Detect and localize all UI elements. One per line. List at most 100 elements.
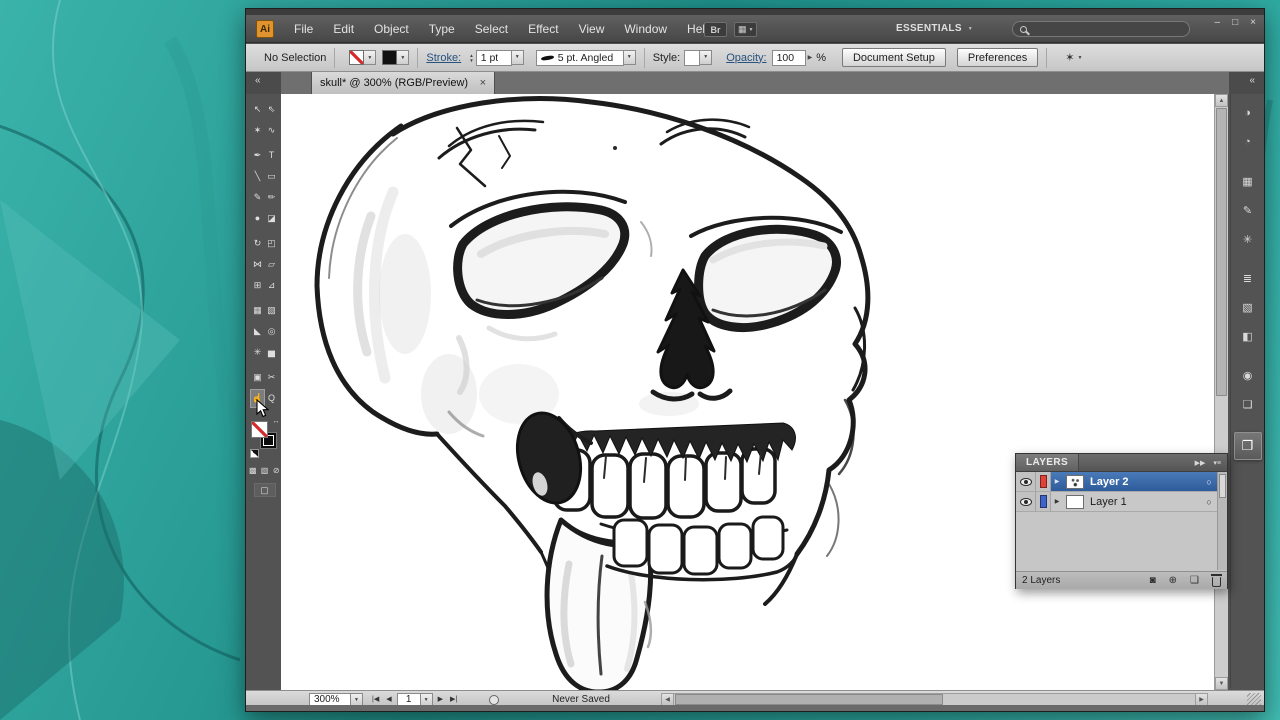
gradient-mode-button[interactable]: ▧ — [260, 466, 270, 475]
layer-row-layer-2[interactable]: ▶Layer 2○ — [1016, 472, 1217, 492]
opacity-spinner-icon[interactable]: ▶ — [808, 54, 813, 61]
scroll-down-icon[interactable]: ▼ — [1215, 677, 1228, 690]
scale-tool[interactable]: ◰ — [265, 235, 278, 252]
vertical-scrollbar-thumb[interactable] — [1216, 108, 1227, 396]
menu-object[interactable]: Object — [372, 20, 411, 38]
gradient-tool[interactable]: ▧ — [265, 302, 278, 319]
stroke-link[interactable]: Stroke: — [426, 52, 461, 64]
minimize-button[interactable]: – — [1215, 17, 1221, 28]
vertical-scrollbar[interactable]: ▲ ▼ — [1214, 94, 1228, 690]
opacity-link[interactable]: Opacity: — [726, 52, 766, 64]
delete-layer-button[interactable] — [1212, 577, 1221, 587]
scroll-up-icon[interactable]: ▲ — [1215, 94, 1228, 107]
artboard-tool[interactable]: ▣ — [251, 369, 264, 386]
column-graph-tool[interactable]: ▅ — [265, 344, 278, 361]
chevron-down-icon[interactable]: ▼ — [512, 50, 524, 65]
search-input[interactable] — [1012, 21, 1190, 37]
menu-window[interactable]: Window — [622, 20, 669, 38]
visibility-toggle[interactable] — [1016, 492, 1036, 511]
color-panel-icon[interactable]: ◑ — [1236, 102, 1260, 124]
layers-panel-tab[interactable]: LAYERS — [1016, 454, 1079, 471]
visibility-toggle[interactable] — [1016, 472, 1036, 491]
chevron-down-icon[interactable]: ▼ — [700, 50, 712, 65]
opacity-field[interactable]: 100 — [772, 50, 806, 66]
swatches-panel-icon[interactable]: ▦ — [1236, 170, 1260, 192]
brush-definition-field[interactable]: 5 pt. Angled — [536, 50, 624, 66]
stroke-color-dropdown[interactable]: ▼ — [382, 50, 409, 65]
expand-arrow-icon[interactable]: ▶ — [1051, 498, 1063, 505]
direct-selection-tool[interactable]: ⇖ — [265, 101, 278, 118]
slice-tool[interactable]: ✂ — [265, 369, 278, 386]
pen-tool[interactable]: ✒ — [251, 147, 264, 164]
perspective-grid-tool[interactable]: ⊿ — [265, 277, 278, 294]
stroke-weight-field[interactable]: 1 pt — [476, 50, 512, 66]
chevron-down-icon[interactable]: ▼ — [624, 50, 636, 65]
menu-effect[interactable]: Effect — [526, 20, 560, 38]
panel-menu-icon[interactable]: ▾≡ — [1213, 459, 1221, 467]
collapse-dock-chevron[interactable]: « — [1249, 76, 1255, 86]
mesh-tool[interactable]: ▦ — [251, 302, 264, 319]
target-circle-icon[interactable]: ○ — [1201, 477, 1217, 487]
appearance-panel-icon[interactable]: ◉ — [1236, 364, 1260, 386]
none-mode-button[interactable]: ⊘ — [271, 466, 281, 475]
panel-collapse-icon[interactable]: ▶▶ — [1195, 459, 1206, 467]
pencil-tool[interactable]: ✏ — [265, 189, 278, 206]
bridge-icon[interactable]: Br — [704, 22, 727, 37]
color-mode-button[interactable]: ▩ — [248, 466, 258, 475]
scroll-right-icon[interactable]: ▶ — [1195, 694, 1207, 705]
close-button[interactable]: × — [1250, 17, 1256, 28]
rectangle-tool[interactable]: ▭ — [265, 168, 278, 185]
default-fill-stroke-icon[interactable] — [250, 449, 259, 458]
layers-scrollbar[interactable] — [1217, 472, 1227, 570]
screen-mode-button[interactable]: ▢ — [254, 483, 276, 497]
arrange-documents-button[interactable]: ▦ ▼ — [734, 22, 757, 37]
paintbrush-tool[interactable]: ✎ — [251, 189, 264, 206]
document-setup-button[interactable]: Document Setup — [842, 48, 946, 67]
eyedropper-tool[interactable]: ◣ — [251, 323, 264, 340]
menu-file[interactable]: File — [292, 20, 315, 38]
selection-tool[interactable]: ↖ — [251, 101, 264, 118]
free-transform-tool[interactable]: ▱ — [265, 256, 278, 273]
menu-select[interactable]: Select — [473, 20, 510, 38]
type-tool[interactable]: T — [265, 147, 278, 164]
layers-panel-icon[interactable]: ❐ — [1234, 432, 1262, 460]
document-tab[interactable]: skull* @ 300% (RGB/Preview) × — [311, 72, 495, 94]
layer-row-layer-1[interactable]: ▶Layer 1○ — [1016, 492, 1217, 512]
expand-arrow-icon[interactable]: ▶ — [1051, 478, 1063, 485]
shape-builder-tool[interactable]: ⊞ — [251, 277, 264, 294]
menu-edit[interactable]: Edit — [331, 20, 356, 38]
fill-color-dropdown[interactable]: ▼ — [349, 50, 376, 65]
collapse-toolbar-chevron[interactable]: « — [255, 76, 261, 86]
gradient-panel-icon[interactable]: ▧ — [1236, 296, 1260, 318]
eraser-tool[interactable]: ◪ — [265, 210, 278, 227]
symbols-panel-icon[interactable]: ✳ — [1236, 228, 1260, 250]
transparency-panel-icon[interactable]: ◧ — [1236, 325, 1260, 347]
width-tool[interactable]: ⋈ — [251, 256, 264, 273]
brushes-panel-icon[interactable]: ✎ — [1236, 199, 1260, 221]
color-guide-panel-icon[interactable]: ◔ — [1236, 131, 1260, 153]
style-field[interactable] — [684, 50, 700, 66]
tab-close-icon[interactable]: × — [480, 77, 486, 89]
symbol-sprayer-tool[interactable]: ✳ — [251, 344, 264, 361]
line-segment-tool[interactable]: ╲ — [251, 168, 264, 185]
layers-scrollbar-thumb[interactable] — [1219, 474, 1226, 498]
workspace-switcher[interactable]: ESSENTIALS ▼ — [896, 15, 973, 42]
make-clipping-mask-button[interactable]: ◙ — [1150, 575, 1156, 586]
blob-brush-tool[interactable]: ● — [251, 210, 264, 227]
stroke-panel-icon[interactable]: ≣ — [1236, 267, 1260, 289]
graphic-styles-panel-icon[interactable]: ❏ — [1236, 393, 1260, 415]
blend-tool[interactable]: ◎ — [265, 323, 278, 340]
menu-view[interactable]: View — [577, 20, 607, 38]
swap-fill-stroke-icon[interactable]: ↔ — [273, 418, 280, 425]
stroke-weight-stepper[interactable]: ▲▼ — [469, 53, 473, 63]
new-sublayer-button[interactable]: ⊕ — [1169, 575, 1177, 586]
scroll-left-icon[interactable]: ◀ — [662, 694, 674, 705]
target-circle-icon[interactable]: ○ — [1201, 497, 1217, 507]
menu-type[interactable]: Type — [427, 20, 457, 38]
horizontal-scrollbar-thumb[interactable] — [675, 694, 943, 705]
rotate-tool[interactable]: ↻ — [251, 235, 264, 252]
preferences-button[interactable]: Preferences — [957, 48, 1038, 67]
lasso-tool[interactable]: ∿ — [265, 122, 278, 139]
fill-swatch[interactable] — [251, 421, 268, 438]
select-similar-button[interactable]: ✶ ▼ — [1065, 51, 1082, 64]
